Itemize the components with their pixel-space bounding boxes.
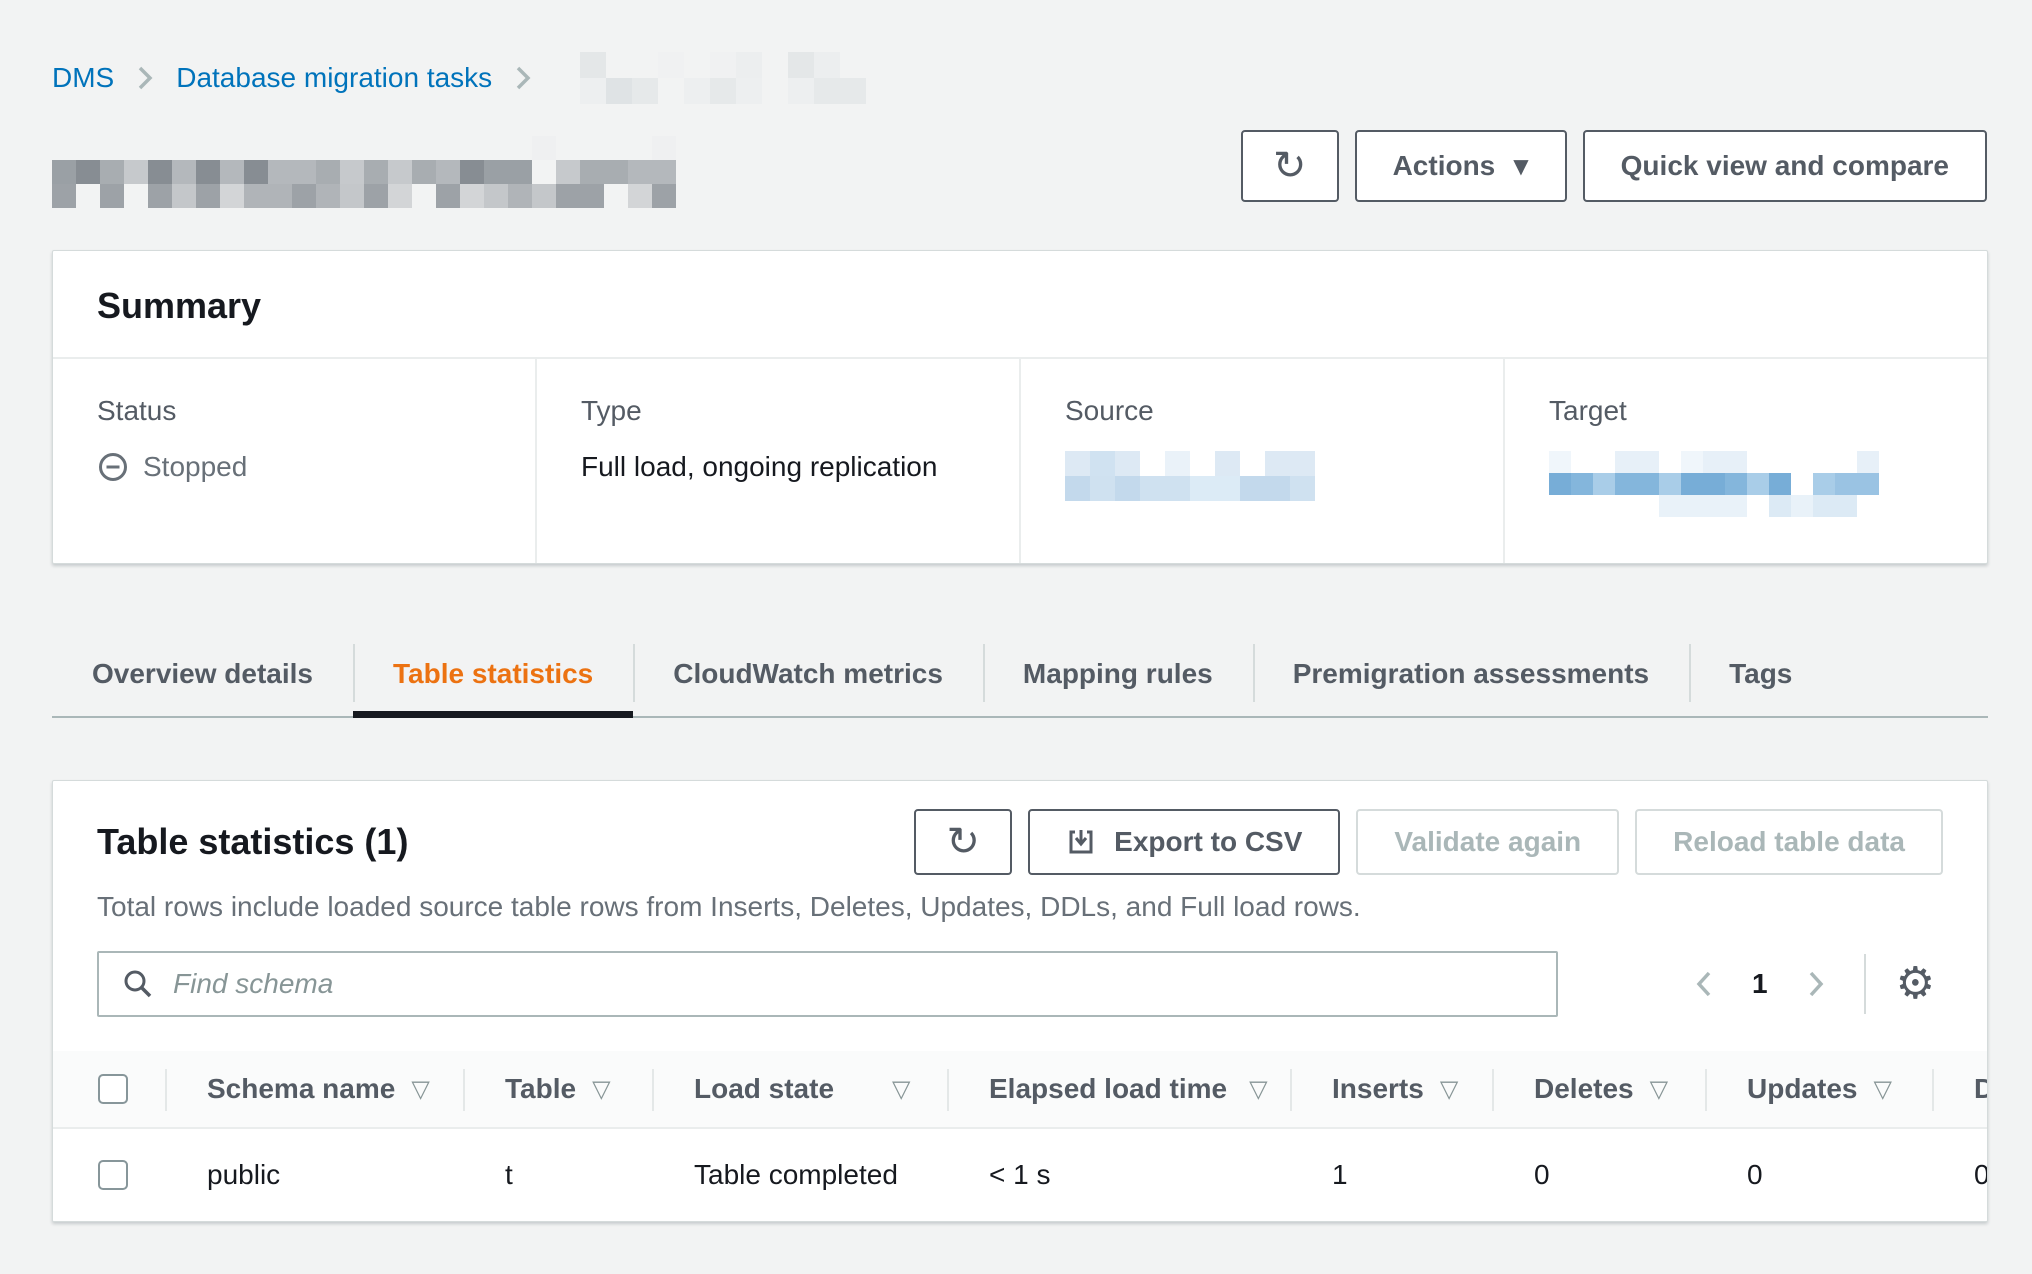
sort-icon[interactable]: ▽: [592, 1075, 610, 1103]
reload-label: Reload table data: [1673, 826, 1905, 858]
sort-icon[interactable]: ▽: [1873, 1075, 1891, 1103]
table-row: public t Table completed < 1 s 1 0 0 0: [53, 1129, 1987, 1221]
column-header-deletes[interactable]: Deletes ▽: [1492, 1051, 1705, 1127]
table-statistics-title: Table statistics (1): [97, 821, 408, 863]
cell-ddls: 0: [1932, 1159, 1988, 1191]
select-all-checkbox[interactable]: [98, 1074, 128, 1104]
schema-search-box: [97, 951, 1558, 1017]
table-statistics-card: Table statistics (1) ↻ Export to CSV: [52, 780, 1988, 1222]
sort-icon[interactable]: ▽: [1440, 1075, 1458, 1103]
field-label: Target: [1549, 395, 1943, 427]
tab-overview-details[interactable]: Overview details: [52, 632, 353, 716]
field-label: Source: [1065, 395, 1459, 427]
tab-tags[interactable]: Tags: [1689, 632, 1832, 716]
gear-icon[interactable]: ⚙: [1888, 962, 1943, 1006]
actions-label: Actions: [1393, 150, 1496, 182]
export-label: Export to CSV: [1114, 826, 1302, 858]
column-header-updates[interactable]: Updates ▽: [1705, 1051, 1932, 1127]
table-header-row: Schema name ▽ Table ▽ Load state ▽ Elaps…: [53, 1051, 1987, 1129]
stopped-minus-circle-icon: [97, 451, 129, 483]
cell-load-state: Table completed: [652, 1159, 947, 1191]
quick-view-compare-button[interactable]: Quick view and compare: [1583, 130, 1987, 202]
cell-inserts: 1: [1290, 1159, 1492, 1191]
row-checkbox[interactable]: [98, 1160, 128, 1190]
header-actions: ↻ Actions ▼ Quick view and compare: [1241, 130, 1987, 202]
summary-fields: Status Stopped Type Full load, ongoing r…: [53, 357, 1987, 563]
current-page-number[interactable]: 1: [1730, 968, 1790, 1000]
sort-icon[interactable]: ▽: [1650, 1075, 1668, 1103]
column-header-ddls[interactable]: DDLs ▽: [1932, 1051, 1988, 1127]
sort-icon[interactable]: ▽: [1249, 1075, 1267, 1103]
status-value: Stopped: [143, 451, 247, 483]
table-statistics-actions: ↻ Export to CSV Validate again: [914, 809, 1943, 875]
dms-task-page: DMS Database migration tasks ↻ Actions ▼…: [0, 0, 2032, 1222]
cell-schema-name: public: [165, 1159, 463, 1191]
column-header-load-state[interactable]: Load state ▽: [652, 1051, 947, 1127]
target-endpoint-link-redacted[interactable]: [1549, 451, 1879, 517]
tab-premigration-assessments[interactable]: Premigration assessments: [1253, 632, 1689, 716]
column-header-elapsed-load-time[interactable]: Elapsed load time ▽: [947, 1051, 1290, 1127]
tab-cloudwatch-metrics[interactable]: CloudWatch metrics: [633, 632, 983, 716]
previous-page-button[interactable]: [1678, 958, 1730, 1010]
sort-icon[interactable]: ▽: [892, 1075, 910, 1103]
search-icon: [121, 967, 155, 1001]
summary-field-target: Target: [1503, 359, 1987, 563]
task-tabs: Overview details Table statistics CloudW…: [52, 632, 1988, 718]
table-toolbar: 1 ⚙: [53, 923, 1987, 1017]
chevron-right-icon: [134, 63, 156, 93]
breadcrumb: DMS Database migration tasks: [52, 52, 1987, 104]
export-to-csv-button[interactable]: Export to CSV: [1028, 809, 1340, 875]
find-schema-input[interactable]: [173, 968, 1534, 1000]
breadcrumb-link-tasks[interactable]: Database migration tasks: [176, 62, 492, 94]
caret-down-icon: ▼: [1513, 154, 1528, 178]
page-header: ↻ Actions ▼ Quick view and compare: [52, 130, 1987, 208]
chevron-right-icon: [512, 63, 534, 93]
cell-elapsed-load-time: < 1 s: [947, 1159, 1290, 1191]
summary-field-type: Type Full load, ongoing replication: [535, 359, 1019, 563]
field-label: Status: [97, 395, 491, 427]
source-endpoint-link-redacted[interactable]: [1065, 451, 1315, 501]
validate-label: Validate again: [1394, 826, 1581, 858]
cell-deletes: 0: [1492, 1159, 1705, 1191]
tab-table-statistics[interactable]: Table statistics: [353, 632, 633, 716]
pagination: 1 ⚙: [1678, 954, 1943, 1014]
refresh-icon: ↻: [1273, 146, 1307, 186]
quick-view-label: Quick view and compare: [1621, 150, 1949, 182]
download-icon: [1066, 827, 1096, 857]
refresh-button[interactable]: ↻: [1241, 130, 1339, 202]
actions-dropdown-button[interactable]: Actions ▼: [1355, 130, 1567, 202]
summary-title: Summary: [97, 285, 1943, 327]
summary-card: Summary Status Stopped Type Full load,: [52, 250, 1988, 564]
summary-field-source: Source: [1019, 359, 1503, 563]
refresh-table-button[interactable]: ↻: [914, 809, 1012, 875]
table-statistics-description: Total rows include loaded source table r…: [53, 875, 1987, 923]
breadcrumb-current-redacted: [554, 52, 866, 104]
cell-table: t: [463, 1159, 652, 1191]
column-header-schema-name[interactable]: Schema name ▽: [165, 1051, 463, 1127]
page-title-redacted: [52, 136, 676, 208]
field-label: Type: [581, 395, 975, 427]
summary-field-status: Status Stopped: [53, 359, 535, 563]
pagination-divider: [1864, 954, 1866, 1014]
breadcrumb-link-dms[interactable]: DMS: [52, 62, 114, 94]
statistics-table: Schema name ▽ Table ▽ Load state ▽ Elaps…: [53, 1051, 1987, 1221]
column-header-inserts[interactable]: Inserts ▽: [1290, 1051, 1492, 1127]
sort-icon[interactable]: ▽: [411, 1075, 429, 1103]
cell-updates: 0: [1705, 1159, 1932, 1191]
tab-mapping-rules[interactable]: Mapping rules: [983, 632, 1253, 716]
next-page-button[interactable]: [1790, 958, 1842, 1010]
column-header-table[interactable]: Table ▽: [463, 1051, 652, 1127]
reload-table-data-button[interactable]: Reload table data: [1635, 809, 1943, 875]
refresh-icon: ↻: [946, 822, 980, 862]
type-value: Full load, ongoing replication: [581, 451, 975, 483]
validate-again-button[interactable]: Validate again: [1356, 809, 1619, 875]
